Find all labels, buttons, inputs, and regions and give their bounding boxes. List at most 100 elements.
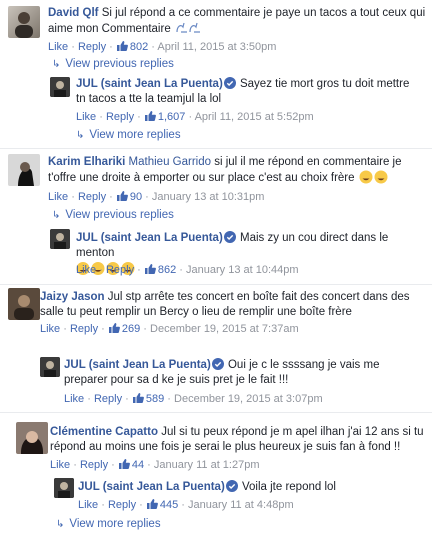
verified-badge-icon [223, 231, 236, 243]
avatar[interactable] [8, 6, 40, 38]
like-link[interactable]: Like [64, 393, 84, 405]
reply-link[interactable]: Reply [80, 459, 108, 471]
view-previous-label: View previous replies [65, 58, 174, 70]
reply-actions: Like · Reply · 1,607 · April 11, 2015 at… [76, 111, 314, 123]
reply-timestamp[interactable]: January 13 at 10:44pm [186, 264, 299, 276]
reply-timestamp[interactable]: December 19, 2015 at 3:07pm [174, 393, 323, 405]
like-count-value: 445 [159, 499, 179, 511]
like-count[interactable]: 445 [146, 499, 178, 511]
view-previous-label: View previous replies [65, 209, 174, 221]
like-count-value: 862 [157, 264, 177, 276]
reply-actions: Like · Reply · 589 · December 19, 2015 a… [64, 393, 323, 405]
reply-timestamp[interactable]: April 11, 2015 at 5:52pm [195, 111, 314, 123]
like-link[interactable]: Like [48, 41, 68, 53]
like-count[interactable]: 1,607 [144, 111, 186, 123]
thread-divider [0, 284, 432, 285]
thumbs-up-icon [132, 393, 144, 403]
verified-badge-icon [225, 480, 238, 492]
reply-avatar[interactable] [50, 229, 70, 249]
reply-body: JUL (saint Jean La Puenta) Oui je c le s… [64, 358, 404, 388]
like-count-value: 44 [131, 459, 145, 471]
view-more-replies[interactable]: ↳ View more replies [56, 517, 161, 532]
reply-author[interactable]: JUL (saint Jean La Puenta) [64, 359, 211, 371]
comment-author[interactable]: Jaizy Jason [40, 291, 105, 303]
comment-body: Karim Elhariki Mathieu Garrido si jul il… [48, 155, 426, 186]
laughing-emoji-icon [359, 170, 388, 184]
view-more-label: View more replies [69, 518, 161, 530]
reply-text: Voila jte repond lol [241, 481, 336, 493]
reply-arrow-icon: ↳ [52, 59, 61, 70]
comment-body: David Qlf Si jul répond a ce commentaire… [48, 6, 426, 37]
avatar[interactable] [8, 288, 40, 320]
view-previous-replies[interactable]: ↳ View previous replies [52, 57, 174, 72]
comment-timestamp[interactable]: April 11, 2015 at 3:50pm [157, 41, 276, 53]
like-link[interactable]: Like [50, 459, 70, 471]
reply-link[interactable]: Reply [70, 323, 98, 335]
reply-actions: Like · Reply · 862 · January 13 at 10:44… [76, 264, 299, 276]
like-count[interactable]: 44 [118, 459, 144, 471]
reply-author[interactable]: JUL (saint Jean La Puenta) [78, 481, 225, 493]
comment-body: Clémentine Capatto Jul si tu peux répond… [50, 425, 426, 455]
reply-link[interactable]: Reply [106, 111, 134, 123]
reply-arrow-icon: ↳ [76, 130, 85, 141]
reply-avatar[interactable] [50, 77, 70, 97]
comment-author[interactable]: David Qlf [48, 7, 98, 19]
reply-avatar[interactable] [54, 478, 74, 498]
comment-actions: Like · Reply · 802 · April 11, 2015 at 3… [48, 41, 277, 53]
reply-link[interactable]: Reply [78, 41, 106, 53]
reply-link[interactable]: Reply [78, 191, 106, 203]
reply-link[interactable]: Reply [108, 499, 136, 511]
handwave-emoji-icon [176, 22, 200, 33]
like-link[interactable]: Like [48, 191, 68, 203]
like-count[interactable]: 862 [144, 264, 176, 276]
avatar[interactable] [16, 422, 48, 454]
like-link[interactable]: Like [40, 323, 60, 335]
comment-actions: Like · Reply · 44 · January 11 at 1:27pm [50, 459, 260, 471]
verified-badge-icon [223, 77, 236, 89]
like-count[interactable]: 802 [116, 41, 148, 53]
view-previous-replies[interactable]: ↳ View previous replies [52, 208, 174, 223]
reply-body: JUL (saint Jean La Puenta) Voila jte rep… [78, 480, 418, 495]
thumbs-up-icon [116, 41, 128, 51]
thumbs-up-icon [144, 264, 156, 274]
like-count[interactable]: 90 [116, 191, 142, 203]
comment-actions: Like · Reply · 269 · December 19, 2015 a… [40, 323, 299, 335]
comment-timestamp[interactable]: December 19, 2015 at 7:37am [150, 323, 299, 335]
comment-timestamp[interactable]: January 11 at 1:27pm [154, 459, 260, 471]
view-more-replies[interactable]: ↳ View more replies [76, 128, 181, 143]
comment-text: Si jul répond a ce commentaire je paye u… [48, 7, 426, 35]
like-count[interactable]: 589 [132, 393, 164, 405]
avatar-photo [50, 77, 70, 97]
thumbs-up-icon [108, 323, 120, 333]
avatar-photo [54, 478, 74, 498]
mention-link[interactable]: Mathieu Garrido [129, 156, 211, 168]
reply-arrow-icon: ↳ [52, 210, 61, 221]
comment-timestamp[interactable]: January 13 at 10:31pm [152, 191, 265, 203]
avatar-photo [50, 229, 70, 249]
comment-author[interactable]: Clémentine Capatto [50, 426, 158, 438]
like-count[interactable]: 269 [108, 323, 140, 335]
reply-author[interactable]: JUL (saint Jean La Puenta) [76, 78, 223, 90]
like-count-value: 90 [129, 191, 143, 203]
reply-arrow-icon: ↳ [56, 519, 65, 530]
thread-divider [0, 412, 432, 413]
reply-actions: Like · Reply · 445 · January 11 at 4:48p… [78, 499, 294, 511]
reply-body: JUL (saint Jean La Puenta) Sayez tie mor… [76, 77, 416, 107]
avatar-photo [8, 154, 40, 186]
like-link[interactable]: Like [76, 111, 96, 123]
avatar-photo [16, 422, 48, 454]
reply-link[interactable]: Reply [94, 393, 122, 405]
avatar-photo [15, 12, 33, 38]
like-count-value: 1,607 [157, 111, 186, 123]
avatar-photo [8, 288, 40, 320]
comment-actions: Like · Reply · 90 · January 13 at 10:31p… [48, 191, 265, 203]
like-count-value: 589 [145, 393, 165, 405]
like-link[interactable]: Like [76, 264, 96, 276]
comment-author[interactable]: Karim Elhariki [48, 156, 125, 168]
reply-avatar[interactable] [40, 357, 60, 377]
avatar[interactable] [8, 154, 40, 186]
reply-timestamp[interactable]: January 11 at 4:48pm [188, 499, 294, 511]
reply-link[interactable]: Reply [106, 264, 134, 276]
like-link[interactable]: Like [78, 499, 98, 511]
reply-author[interactable]: JUL (saint Jean La Puenta) [76, 232, 223, 244]
